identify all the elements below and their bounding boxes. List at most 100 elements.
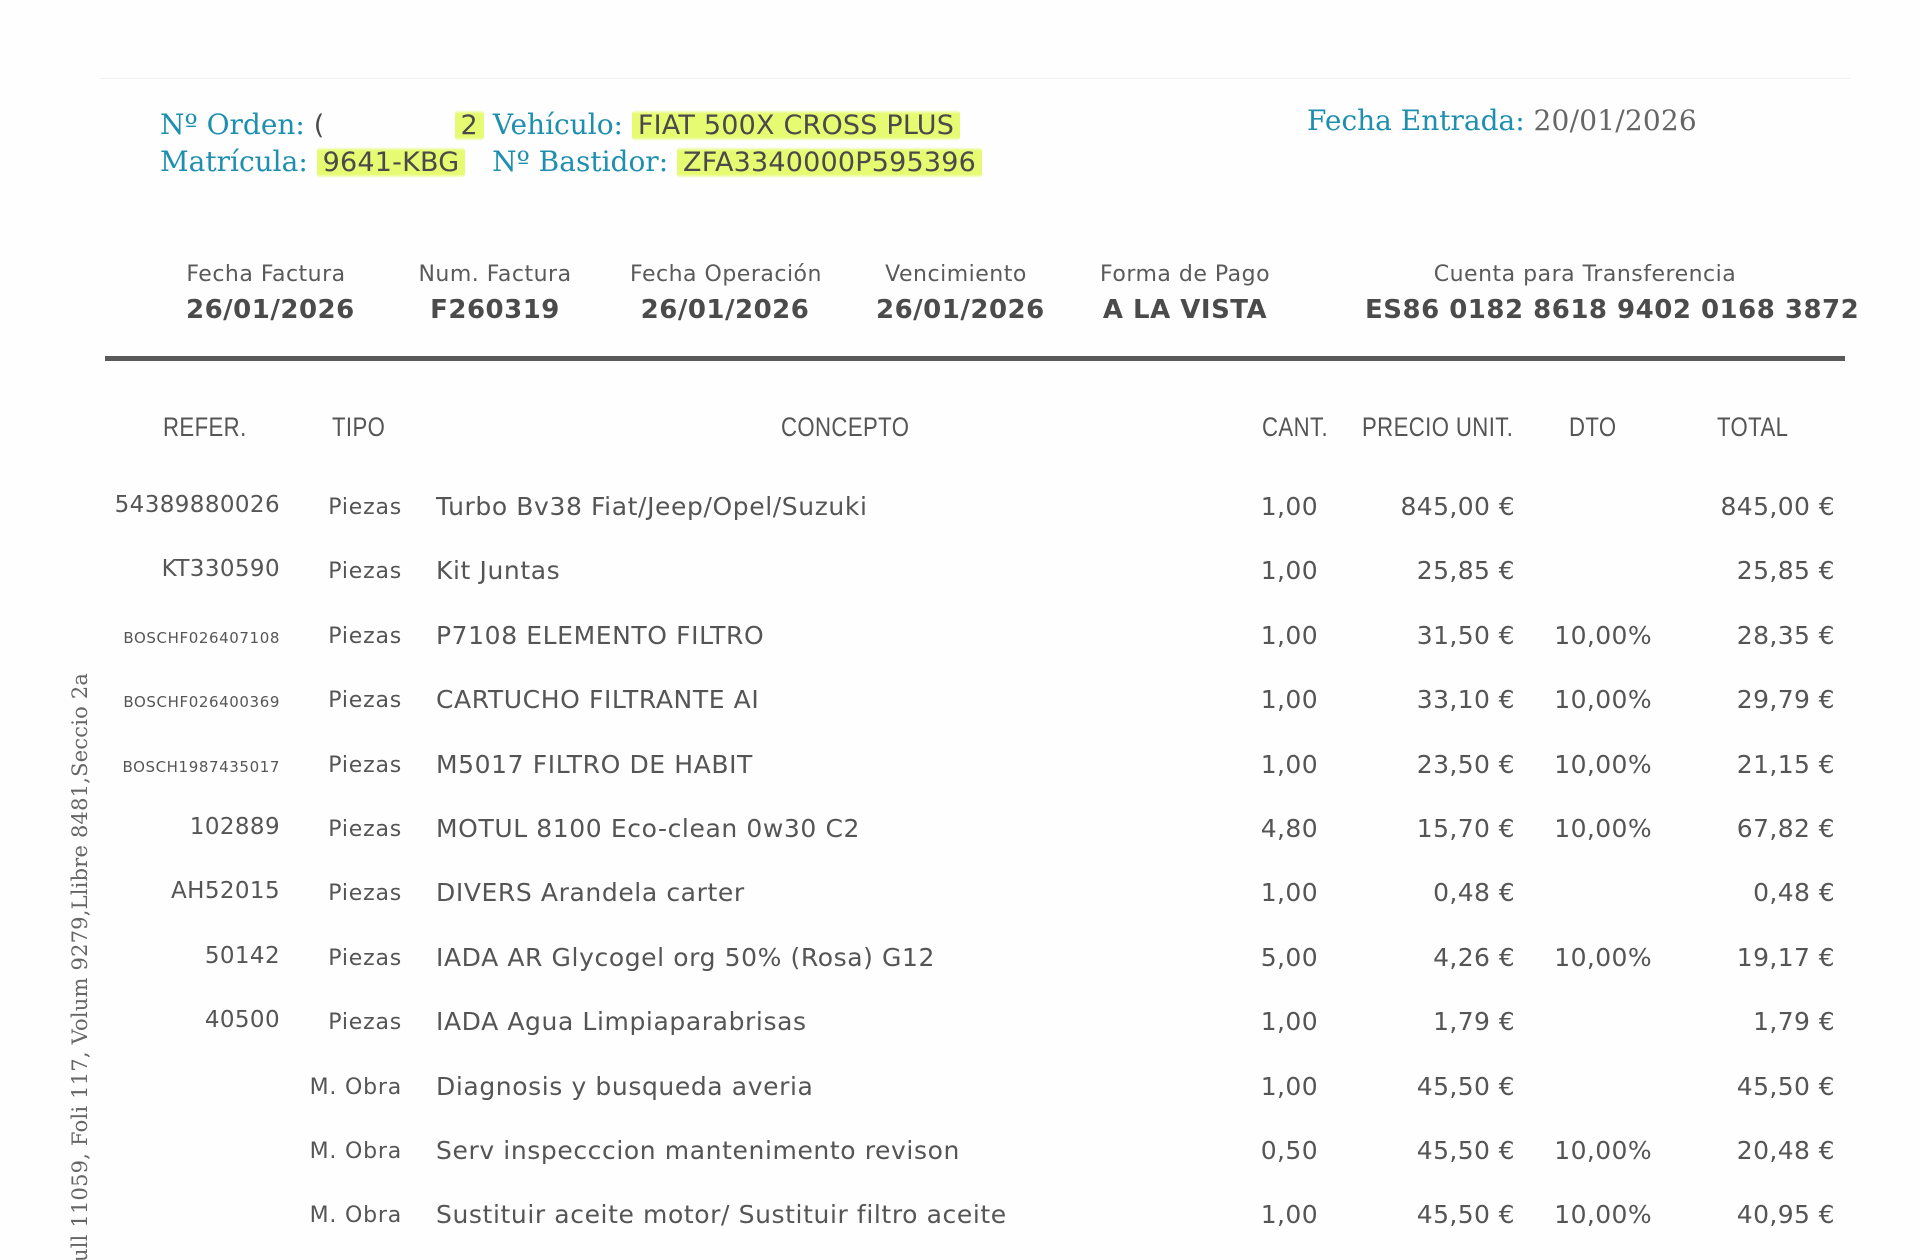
entry-date-line: Fecha Entrada: 20/01/2026 [1307,104,1697,137]
cell-total: 67,82 € [1736,813,1835,843]
cell-tipo: M. Obra [309,1203,402,1229]
transfer-account-label: Cuenta para Transferencia [1433,262,1737,287]
cell-tipo: Piezas [328,623,402,649]
cell-tipo: Piezas [328,495,402,520]
invoice-date-value: 26/01/2026 [186,295,355,325]
cell-precio: 45,50 € [1416,1071,1515,1101]
cell-cant: 0,50 [1260,1135,1318,1165]
header-divider [105,356,1845,361]
cell-cant: 1,00 [1260,620,1318,650]
col-header-dto: DTO [1569,412,1617,442]
invoice-number-label: Num. Factura [418,262,572,287]
cell-precio: 45,50 € [1416,1200,1515,1230]
table-row: M. Obra Diagnosis y busqueda averia 1,00 45… [0,1072,1920,1136]
scan-edge [100,78,1850,79]
payment-method: Forma de Pago A LA VISTA [1100,262,1270,325]
cell-concepto: DIVERS Arandela carter [436,878,745,908]
vin-label: Nº Bastidor: [492,145,669,178]
cell-cant: 1,00 [1260,1200,1318,1230]
order-suffix: 2 [454,110,484,141]
cell-cant: 1,00 [1260,492,1318,521]
vehicle-label: Vehículo: [492,108,623,141]
cell-precio: 845,00 € [1400,492,1515,521]
cell-dto: 10,00% [1554,1200,1652,1230]
invoice-number-value: F260319 [430,295,560,325]
cell-precio: 15,70 € [1416,813,1515,843]
due-date: Vencimiento 26/01/2026 [876,262,1045,325]
cell-ref: 102889 [189,813,280,840]
cell-total: 1,79 € [1753,1007,1835,1037]
due-date-label: Vencimiento [885,262,1027,287]
table-row: M. Obra Serv inspecccion mantenimento rev… [0,1136,1920,1200]
cell-precio: 4,26 € [1433,942,1515,972]
cell-dto: 10,00% [1554,620,1652,650]
operation-date-label: Fecha Operación [630,262,822,287]
cell-cant: 1,00 [1260,556,1318,586]
cell-ref: 40500 [204,1007,280,1034]
table-row: BOSCHF026407108 Piezas P7108 ELEMENTO FILT… [0,621,1920,685]
cell-ref: KT330590 [161,556,280,583]
cell-dto: 10,00% [1554,1135,1652,1165]
col-header-tipo: TIPO [332,412,386,442]
cell-total: 19,17 € [1736,942,1835,972]
registry-note: ull 11059, Foli 117, Volum 9279,Llibre 8… [68,672,92,1260]
cell-tipo: M. Obra [309,1074,402,1100]
cell-tipo: Piezas [328,559,402,585]
entry-value: 20/01/2026 [1533,104,1697,137]
cell-tipo: Piezas [328,688,402,714]
cell-dto: 10,00% [1554,685,1652,715]
cell-total: 29,79 € [1736,685,1835,715]
cell-cant: 1,00 [1260,1071,1318,1101]
cell-concepto: Sustituir aceite motor/ Sustituir filtro… [436,1200,1007,1230]
vehicle-value: FIAT 500X CROSS PLUS [631,110,961,141]
cell-total: 45,50 € [1736,1071,1835,1101]
cell-dto: 10,00% [1554,813,1652,843]
cell-total: 21,15 € [1736,749,1835,779]
cell-tipo: Piezas [328,1010,402,1036]
cell-dto: 10,00% [1554,749,1652,779]
cell-tipo: M. Obra [309,1138,402,1164]
cell-cant: 1,00 [1260,685,1318,715]
cell-concepto: M5017 FILTRO DE HABIT [436,749,753,779]
cell-ref: AH52015 [171,878,280,905]
table-row: KT330590 Piezas Kit Juntas 1,00 25,85 € 25,85… [0,556,1920,620]
cell-concepto: IADA AR Glycogel org 50% (Rosa) G12 [436,942,936,972]
invoice-lines: 54389880026 Piezas Turbo Bv38 Fiat/Jeep/Op… [0,492,1920,1260]
table-row: BOSCHF026400369 Piezas CARTUCHO FILTRANTE … [0,685,1920,749]
cell-tipo: Piezas [328,752,402,778]
cell-concepto: IADA Agua Limpiaparabrisas [436,1007,807,1037]
due-date-value: 26/01/2026 [876,295,1045,325]
entry-label: Fecha Entrada: [1307,104,1525,137]
cell-cant: 1,00 [1260,1007,1318,1037]
vin-value: ZFA3340000P595396 [677,147,983,178]
cell-precio: 1,79 € [1433,1007,1515,1037]
cell-tipo: Piezas [328,816,402,842]
cell-total: 25,85 € [1736,556,1835,586]
col-header-ref: REFER. [163,412,247,442]
invoice-date-label: Fecha Factura [186,262,346,287]
cell-cant: 1,00 [1260,878,1318,908]
table-row: 54389880026 Piezas Turbo Bv38 Fiat/Jeep/Op… [0,492,1920,556]
plate-label: Matrícula: [160,145,308,178]
invoice-date: Fecha Factura 26/01/2026 [186,262,355,325]
operation-date-value: 26/01/2026 [640,295,810,325]
table-row: 50142 Piezas IADA AR Glycogel org 50% (Ros… [0,943,1920,1007]
cell-total: 0,48 € [1753,878,1835,908]
cell-ref: BOSCH1987435017 [122,757,280,776]
cell-concepto: Diagnosis y busqueda averia [436,1071,814,1101]
cell-ref: 50142 [204,942,280,969]
cell-concepto: MOTUL 8100 Eco-clean 0w30 C2 [436,813,861,843]
cell-cant: 5,00 [1260,942,1318,972]
transfer-account: Cuenta para Transferencia ES86 0182 8618… [1365,262,1860,325]
table-row: 102889 Piezas MOTUL 8100 Eco-clean 0w30 C2… [0,814,1920,878]
cell-concepto: CARTUCHO FILTRANTE AI [436,685,760,715]
cell-total: 40,95 € [1736,1200,1835,1230]
invoice-page: Nº Orden: (2 Vehículo: FIAT 500X CROSS P… [0,0,1920,1260]
cell-precio: 0,48 € [1433,878,1515,908]
transfer-account-value: ES86 0182 8618 9402 0168 3872 [1365,295,1860,325]
cell-precio: 23,50 € [1416,749,1515,779]
cell-total: 28,35 € [1736,620,1835,650]
cell-total: 845,00 € [1720,492,1835,521]
cell-precio: 25,85 € [1416,556,1515,586]
cell-ref: 54389880026 [114,492,280,518]
